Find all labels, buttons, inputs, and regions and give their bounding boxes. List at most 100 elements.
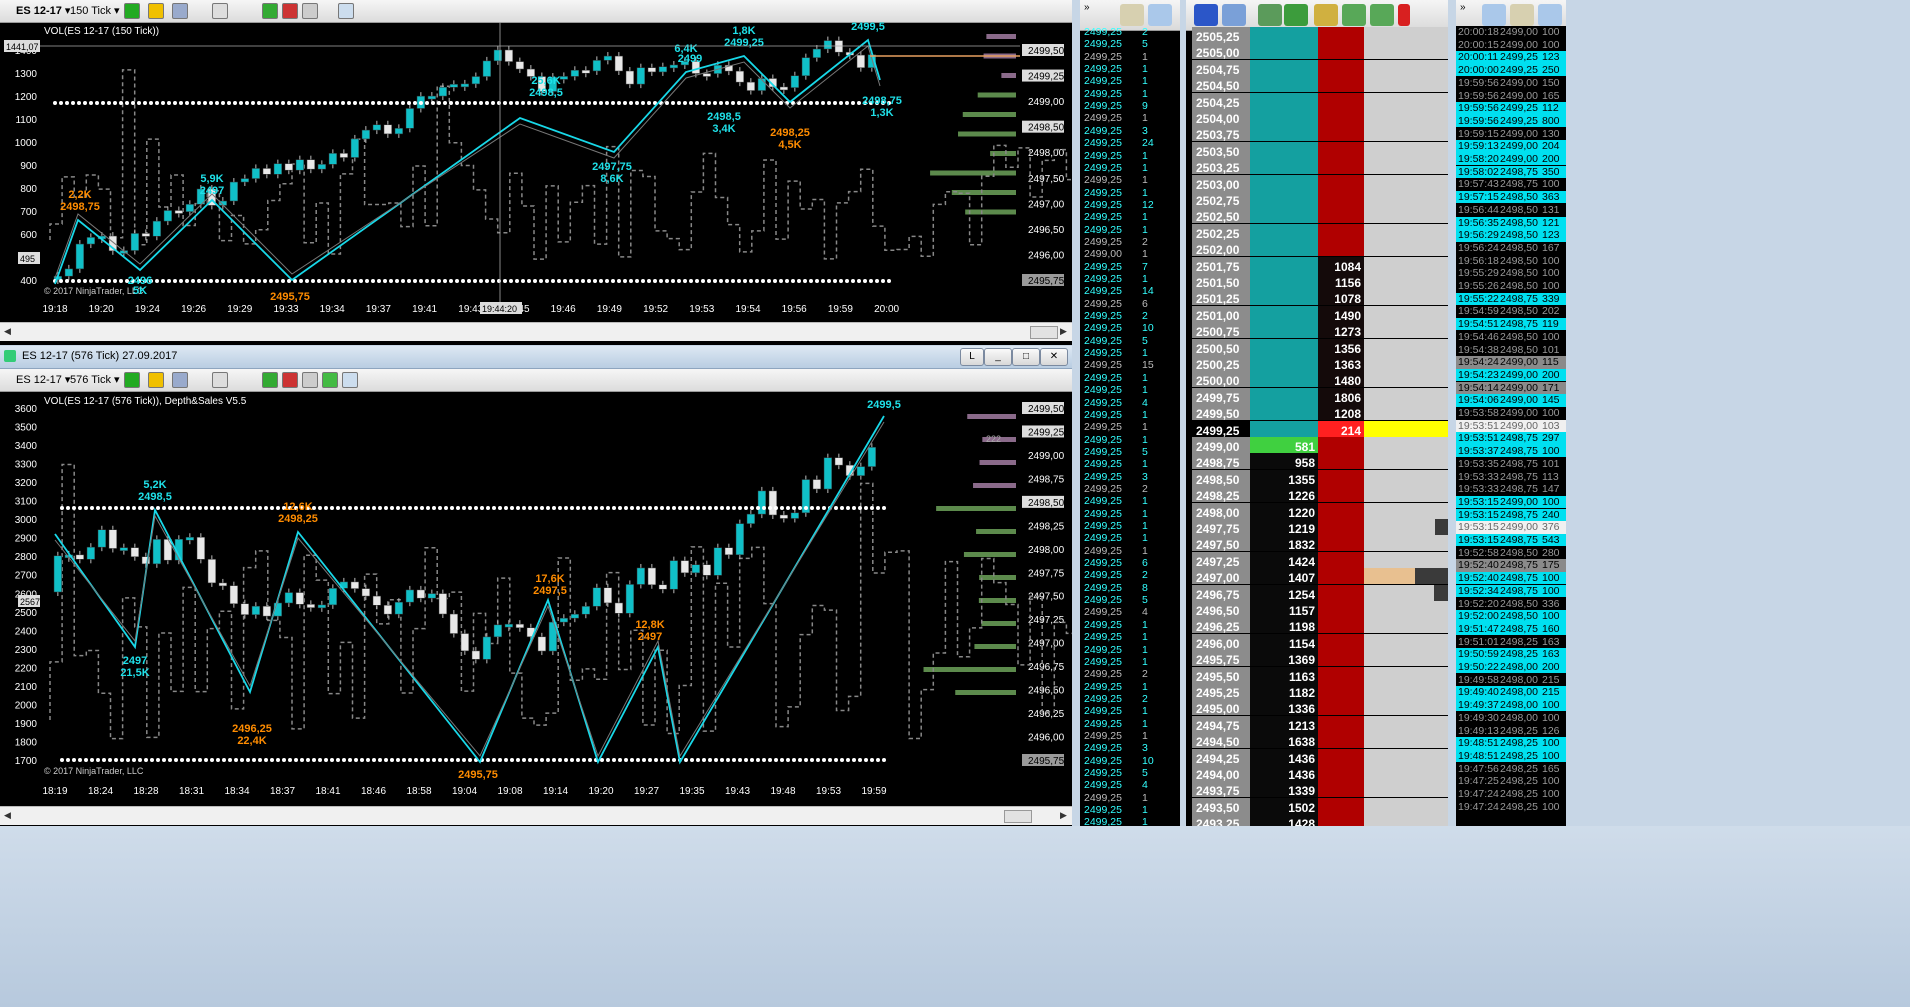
properties-icon[interactable] (302, 3, 318, 19)
ts-row: 2499,25 2 (1084, 692, 1148, 705)
wrench-icon[interactable] (1538, 4, 1562, 26)
price-axis-label: 2498,75 (1028, 474, 1065, 485)
ts-row: 2499,25 8 (1084, 581, 1148, 594)
time-axis-label: 19:37 (366, 304, 391, 315)
dollar-icon[interactable] (322, 372, 338, 388)
scroll-thumb[interactable] (1004, 810, 1032, 823)
vol-axis-label: 1200 (15, 92, 38, 103)
chart-scrollbar-top[interactable]: ◀ ▶ (0, 322, 1072, 341)
strategy-icon[interactable] (282, 3, 298, 19)
draw-pencil-icon[interactable] (148, 3, 164, 19)
price-chart-bottom[interactable]: VOL(ES 12-17 (576 Tick)), Depth&Sales V5… (0, 392, 1072, 804)
instrument-selector[interactable]: ES 12-17 ▾ (16, 4, 70, 17)
settings-icon[interactable] (1120, 4, 1144, 26)
price-chart-top[interactable]: VOL(ES 12-17 (150 Tick))1400130012001100… (0, 22, 1072, 322)
candle (790, 512, 799, 519)
time-axis-label: 19:27 (634, 786, 659, 797)
dom-ladder-rows[interactable]: 2505,252505,0028892504,75225162504,50141… (1192, 27, 1448, 826)
close-button[interactable]: ✕ (1040, 348, 1068, 366)
data-box-icon[interactable] (342, 372, 358, 388)
ts-row: 19:55:22 2498,75 339 (1456, 292, 1566, 306)
depth-bar (976, 529, 1016, 534)
tool-button-l[interactable]: L (960, 348, 984, 366)
chart-window-bottom: ES 12-17 (576 Tick) 27.09.2017 L _ □ ✕ E… (0, 346, 1072, 826)
interval-selector[interactable]: 150 Tick ▾ (70, 4, 120, 17)
window-titlebar[interactable]: ES 12-17 (576 Tick) 27.09.2017 L _ □ ✕ (0, 346, 1072, 369)
candle (152, 539, 161, 565)
crosshair-icon[interactable] (212, 372, 228, 388)
candle (460, 633, 469, 652)
ts-row: 2499,25 1 (1084, 75, 1148, 88)
expand-icon[interactable]: » (1084, 2, 1090, 13)
time-axis-label: 19:52 (643, 304, 668, 315)
vol-axis-label: 1000 (15, 138, 38, 149)
scroll-thumb[interactable] (1030, 326, 1058, 339)
ts-right-list[interactable]: 20:00:18 2499,00 100 20:00:15 2499,00 100 20:0… (1456, 26, 1566, 826)
candle (867, 447, 876, 467)
candle (801, 57, 810, 76)
zigzag-annotation: 5,2K (143, 479, 166, 491)
candle (130, 233, 139, 251)
strategy-icon[interactable] (282, 372, 298, 388)
candle (570, 613, 579, 619)
expand-icon[interactable]: » (1460, 2, 1466, 13)
center-icon[interactable] (1222, 4, 1246, 26)
depth-bar (923, 667, 1016, 672)
vol-axis-label: 2500 (15, 608, 38, 619)
candle (658, 584, 667, 590)
depth-bar (936, 506, 1016, 511)
properties-icon[interactable] (302, 372, 318, 388)
ts-left-list[interactable]: 2499,25 2 2499,25 5 2499,25 1 2499,25 1 2499,25 1… (1080, 26, 1180, 826)
buy-arrow-icon[interactable] (1258, 4, 1282, 26)
candle (856, 54, 865, 68)
list-icon[interactable] (1194, 4, 1218, 26)
ts-row: 20:00:18 2499,00 100 (1456, 26, 1566, 39)
ts-row: 2499,25 1 (1084, 729, 1148, 742)
candle (823, 457, 832, 490)
bar-type-icon[interactable] (124, 372, 140, 388)
alert-icon[interactable] (1398, 4, 1410, 26)
settings-icon[interactable] (1510, 4, 1534, 26)
candle (702, 73, 711, 77)
sell-arrow-icon[interactable] (1284, 4, 1308, 26)
up-arrow-icon[interactable] (1342, 4, 1366, 26)
flag-icon[interactable] (1314, 4, 1338, 26)
draw-pencil-icon[interactable] (148, 372, 164, 388)
instrument-selector[interactable]: ES 12-17 ▾ (16, 373, 70, 386)
app-icon (4, 350, 16, 362)
wrench-icon[interactable] (1148, 4, 1172, 26)
ts-row: 19:53:15 2498,75 240 (1456, 508, 1566, 521)
data-box-icon[interactable] (338, 3, 354, 19)
ts-row: 2499,25 1 (1084, 816, 1148, 826)
interval-selector[interactable]: 576 Tick ▾ (70, 373, 120, 386)
candle (108, 529, 117, 549)
bar-type-icon[interactable] (124, 3, 140, 19)
indicator-icon[interactable] (262, 3, 278, 19)
crosshair-icon[interactable] (212, 3, 228, 19)
minimize-button[interactable]: _ (984, 348, 1012, 366)
indicator-icon[interactable] (262, 372, 278, 388)
price-axis-label: 2497,50 (1028, 592, 1065, 603)
zoom-icon[interactable] (172, 372, 188, 388)
candle (812, 48, 821, 58)
ladder-row[interactable]: 2493,2514281800 (1192, 814, 1448, 826)
zigzag-annotation: 12,6K (283, 501, 312, 513)
candle (240, 603, 249, 615)
maximize-button[interactable]: □ (1012, 348, 1040, 366)
time-axis-label: 19:59 (828, 304, 853, 315)
ts-row: 2499,25 1 (1084, 408, 1148, 421)
down-arrow-icon[interactable] (1370, 4, 1394, 26)
candle (207, 559, 216, 584)
music-icon[interactable] (1482, 4, 1506, 26)
ts-row: 2499,00 1 (1084, 248, 1148, 261)
ts-row: 19:54:24 2499,00 115 (1456, 356, 1566, 369)
ts-row: 2499,25 1 (1084, 149, 1148, 162)
chart-scrollbar-bottom[interactable]: ◀ ▶ (0, 806, 1072, 825)
ts-row: 19:53:37 2498,75 100 (1456, 445, 1566, 458)
time-axis-label: 19:54 (735, 304, 760, 315)
zoom-icon[interactable] (172, 3, 188, 19)
ts-row: 19:59:56 2499,25 800 (1456, 114, 1566, 128)
depth-bar (981, 621, 1016, 626)
candle (86, 546, 95, 560)
ts-row: 19:50:22 2498,00 200 (1456, 661, 1566, 674)
